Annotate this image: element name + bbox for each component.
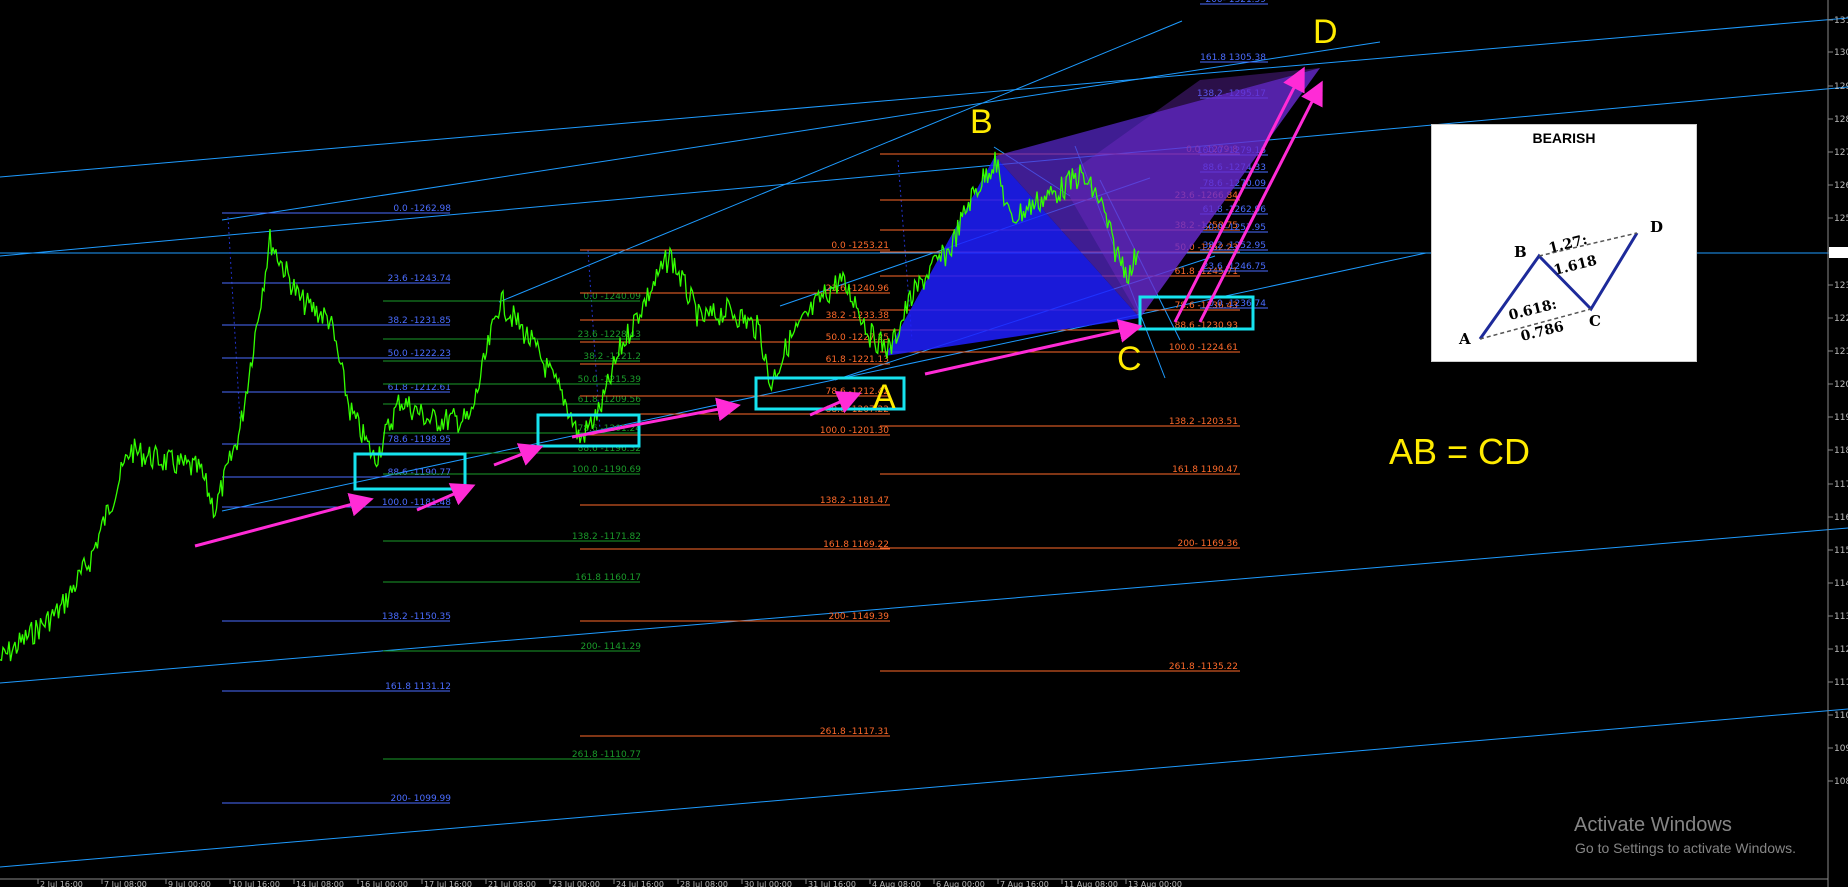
price-tick-label: 119 <box>1834 413 1848 423</box>
price-tick-label: 114 <box>1834 579 1848 589</box>
fib-level-label: 100.0 -1190.69 <box>572 465 641 475</box>
fib-level-label: 200- 1141.29 <box>580 642 641 652</box>
fib-level-label: 0.0 -1262.98 <box>393 204 451 214</box>
price-tick-label: 121 <box>1834 347 1848 357</box>
time-tick-label: 31 Jul 16:00 <box>808 880 856 887</box>
point-label-b: B <box>970 103 993 141</box>
activation-watermark-title: Activate Windows <box>1574 814 1732 836</box>
time-tick-label: 4 Aug 08:00 <box>872 880 921 887</box>
point-label-c: C <box>1117 340 1142 378</box>
time-tick-label: 13 Aug 00:00 <box>1128 880 1182 887</box>
price-tick-label: 125 <box>1834 214 1848 224</box>
time-tick-label: 7 Jul 08:00 <box>104 880 147 887</box>
fib-level-label: 200- 1169.36 <box>1177 539 1238 549</box>
fib-level-label: 23.6 -1228.43 <box>578 330 641 340</box>
fib-level-label: 0.0 -1253.21 <box>831 241 889 251</box>
fib-level-label: 138.2 -1171.82 <box>572 532 641 542</box>
fib-level-label: 200- 1149.39 <box>828 612 889 622</box>
price-tick-label: 109 <box>1834 744 1848 754</box>
time-tick-label: 16 Jul 00:00 <box>360 880 408 887</box>
price-tick-label: 130 <box>1834 48 1848 58</box>
time-tick-label: 17 Jul 16:00 <box>424 880 472 887</box>
time-tick-label: 28 Jul 08:00 <box>680 880 728 887</box>
fib-level-label: 50.0 -1257.95 <box>1203 223 1266 233</box>
fib-level-label: 78.6 -1198.95 <box>388 435 451 445</box>
fib-level-label: 38.2 -1233.38 <box>826 311 890 321</box>
price-tick-label: 113 <box>1834 612 1848 622</box>
diagram-point-c: C <box>1589 312 1601 330</box>
price-tick-label: 120 <box>1834 380 1848 390</box>
price-tick-label: 110 <box>1834 711 1848 721</box>
diagram-ratio-cd-2: 1.618 <box>1552 253 1598 279</box>
diagram-drawing: A B C D 0.618: 0.786 1.27: 1.618 <box>1458 218 1663 348</box>
time-tick-label: 2 Jul 16:00 <box>40 880 83 887</box>
fib-level-label: 261.8 -1110.77 <box>572 750 641 760</box>
fib-level-label: 138.2 -1150.35 <box>382 612 451 622</box>
time-tick-label: 9 Jul 00:00 <box>168 880 211 887</box>
price-tick-label: 112 <box>1834 645 1848 655</box>
price-tick-label: 123 <box>1834 281 1848 291</box>
fib-level-label: 23.6 -1246.75 <box>1203 262 1266 272</box>
fib-level-label: 261.8 -1117.31 <box>820 727 889 737</box>
diagram-ratio-ab-2: 0.786 <box>1519 319 1565 345</box>
time-tick-label: 10 Jul 16:00 <box>232 880 280 887</box>
fib-level-label: 23.6 -1243.74 <box>388 274 452 284</box>
fib-level-label: 0.0 -1236.74 <box>1208 299 1266 309</box>
fib-level-label: 38.2 -1221.2 <box>583 352 641 362</box>
time-tick-label: 21 Jul 08:00 <box>488 880 536 887</box>
price-tick-label: 131 <box>1834 16 1848 26</box>
fib-level-label: 100.0 -1201.30 <box>820 426 889 436</box>
fib-level-label: 161.8 1169.22 <box>823 540 889 550</box>
fib-level-label: 200- 1321.59 <box>1205 0 1266 5</box>
fib-level-label: 161.8 1131.12 <box>385 682 451 692</box>
fib-level-label: 88.6 -1190.77 <box>388 468 451 478</box>
price-tick-label: 116 <box>1834 513 1848 523</box>
current-price-marker <box>1829 247 1848 258</box>
fib-level-label: 100.0 -1224.61 <box>1169 343 1238 353</box>
price-tick-label: 117 <box>1834 480 1848 490</box>
ab-equals-cd-label: AB = CD <box>1389 431 1531 472</box>
price-tick-label: 115 <box>1834 546 1848 556</box>
fib-level-label: 138.2 -1181.47 <box>820 496 889 506</box>
time-tick-label: 24 Jul 16:00 <box>616 880 664 887</box>
fib-level-label: 38.2 -1231.85 <box>388 316 451 326</box>
diagram-ratio-cd: 1.27: <box>1547 232 1589 257</box>
price-tick-label: 122 <box>1834 314 1848 324</box>
fib-level-label: 61.8 -1221.13 <box>826 355 889 365</box>
price-tick-label: 129 <box>1834 82 1848 92</box>
fib-level-label: 200- 1099.99 <box>390 794 451 804</box>
price-tick-label: 118 <box>1834 446 1848 456</box>
bearish-pattern-diagram: BEARISH A B C D 0.618: 0.786 1.27: 1.618 <box>1431 124 1697 362</box>
time-tick-label: 30 Jul 00:00 <box>744 880 792 887</box>
activation-watermark-text: Go to Settings to activate Windows. <box>1575 840 1796 856</box>
time-tick-label: 7 Aug 16:00 <box>1000 880 1049 887</box>
time-tick-label: 11 Aug 08:00 <box>1064 880 1118 887</box>
price-tick-label: 108 <box>1834 777 1848 787</box>
point-label-d: D <box>1313 13 1338 51</box>
fib-level-label: 161.8 1160.17 <box>575 573 641 583</box>
diagram-point-d: D <box>1650 218 1663 236</box>
diagram-point-b: B <box>1514 243 1527 261</box>
price-tick-label: 126 <box>1834 181 1848 191</box>
time-tick-label: 14 Jul 08:00 <box>296 880 344 887</box>
time-tick-label: 23 Jul 00:00 <box>552 880 600 887</box>
fib-level-label: 23.6 -1240.96 <box>826 284 890 294</box>
time-tick-label: 6 Aug 00:00 <box>936 880 985 887</box>
price-tick-label: 111 <box>1834 678 1848 688</box>
diagram-point-a: A <box>1458 330 1471 348</box>
fib-level-label: 261.8 -1135.22 <box>1169 662 1238 672</box>
fib-level-label: 50.0 -1222.23 <box>388 349 451 359</box>
fib-level-label: 161.8 1190.47 <box>1172 465 1238 475</box>
point-label-a: A <box>873 378 896 416</box>
price-tick-label: 127 <box>1834 148 1848 158</box>
fib-level-label: 138.2 -1203.51 <box>1169 417 1238 427</box>
fib-level-label: 161.8 1305.38 <box>1200 53 1266 63</box>
price-tick-label: 128 <box>1834 115 1848 125</box>
